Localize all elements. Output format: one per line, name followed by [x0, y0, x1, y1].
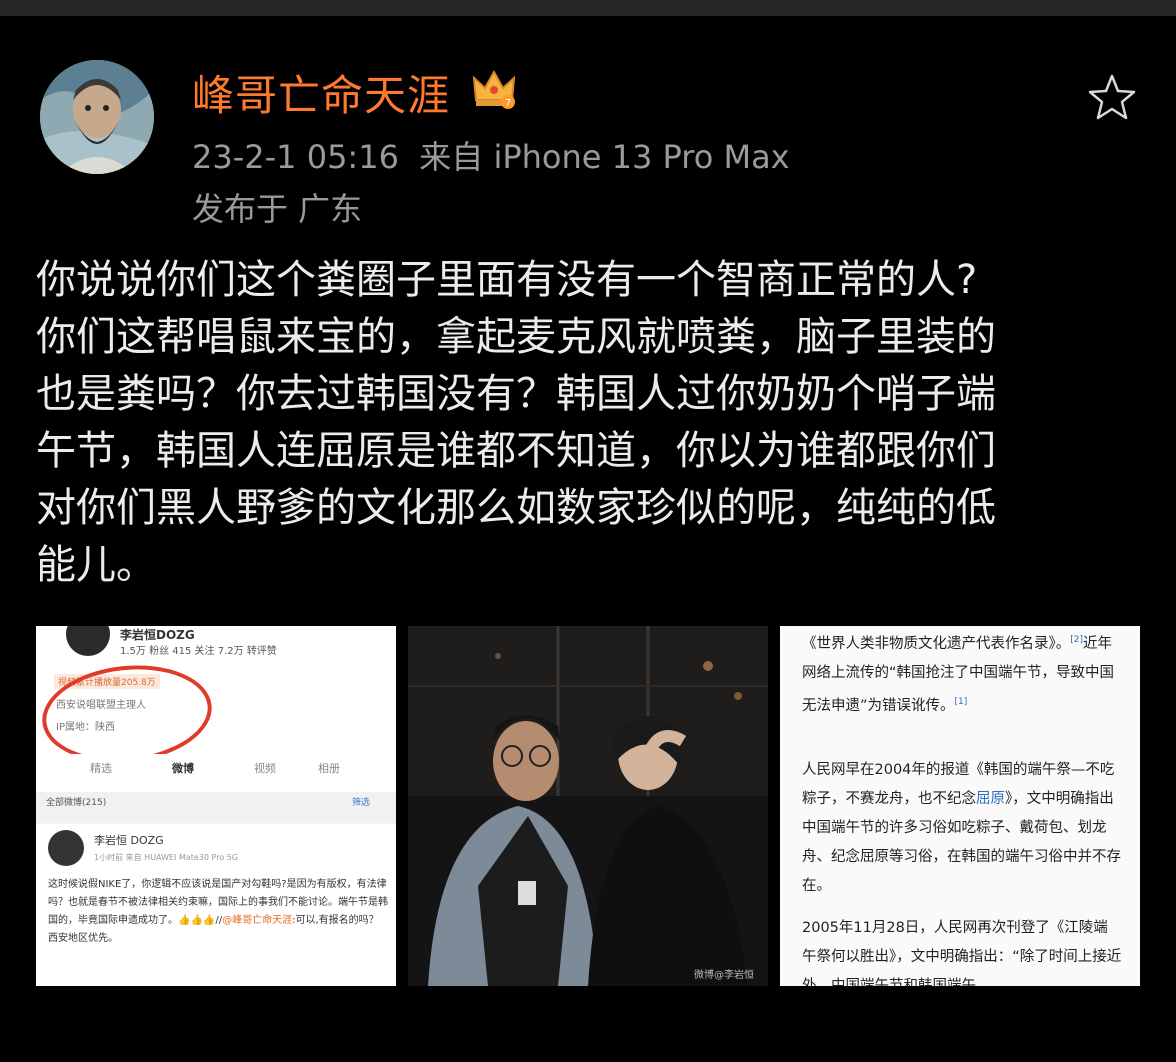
card-avatar: [48, 830, 84, 866]
profile-tabs: 精选 微博 视频 相册: [36, 754, 396, 784]
card-author: 李岩恒 DOZG: [94, 834, 164, 847]
avatar[interactable]: [40, 60, 154, 174]
card-mention: @峰哥亡命天涯: [222, 915, 293, 926]
tab-featured: 精选: [90, 762, 112, 775]
qu-yuan-link[interactable]: 屈原: [976, 791, 1005, 807]
post-line: 也是粪吗？你去过韩国没有？韩国人过你奶奶个哨子端: [36, 371, 996, 417]
encyclopedia-paragraph-1: 《世界人类非物质文化遗产代表作名录》。[2]近年网络上流传的“韩国抢注了中国端午…: [802, 626, 1122, 721]
post-line: 午节，韩国人连屈原是谁都不知道，你以为谁都跟你们: [36, 428, 996, 474]
post-meta-time-source: 23-2-1 05:16 来自 iPhone 13 Pro Max: [192, 132, 790, 178]
post-source: 来自 iPhone 13 Pro Max: [419, 138, 790, 176]
star-outline-icon[interactable]: [1084, 70, 1140, 126]
tab-album: 相册: [318, 762, 340, 775]
post-image-profile-screenshot[interactable]: 李岩恒DOZG 1.5万 粉丝 415 关注 7.2万 转评赞 视频累计播放量2…: [36, 626, 396, 986]
citation-1: [1]: [954, 696, 968, 707]
post-line: 能儿。: [36, 542, 156, 588]
encyclopedia-paragraph-3: 2005年11月28日，人民网再次刊登了《江陵端午祭何以胜出》，文中明确指出：“…: [802, 920, 1122, 986]
post-line: 对你们黑人野爹的文化那么如数家珍似的呢，纯纯的低: [36, 485, 996, 531]
card-text: 这时候说假NIKE了，你逻辑不应该说是国产对勾鞋吗?是因为有版权，有法律吗？也就…: [48, 876, 388, 948]
post-location: 发布于 广东: [192, 190, 363, 228]
profile-stats: 1.5万 粉丝 415 关注 7.2万 转评赞: [120, 646, 277, 657]
profile-name: 李岩恒DOZG: [120, 628, 195, 642]
encyclopedia-paragraph-2: 人民网早在2004年的报道《韩国的端午祭—不吃粽子，不赛龙舟，也不纪念屈原》，文…: [802, 756, 1122, 901]
card-time: 1小时前 来自 HUAWEI Mate30 Pro 5G: [94, 853, 239, 862]
all-posts-count: 全部微博(215): [46, 798, 107, 808]
filter-label: 筛选: [352, 798, 371, 808]
status-bar: [0, 0, 1176, 16]
post-image-encyclopedia[interactable]: 《世界人类非物质文化遗产代表作名录》。[2]近年网络上流传的“韩国抢注了中国端午…: [780, 626, 1140, 986]
crown-badge-icon[interactable]: 7: [470, 66, 518, 112]
photo-watermark: 微博@李岩恒: [694, 970, 754, 981]
tab-weibo: 微博: [172, 762, 194, 775]
username[interactable]: 峰哥亡命天涯: [192, 62, 450, 123]
citation-2: [2]: [1070, 635, 1083, 645]
tab-video: 视频: [254, 762, 276, 775]
post-image-photo[interactable]: 微博@李岩恒: [408, 626, 768, 986]
para1-text-a: 《世界人类非物质文化遗产代表作名录》。: [802, 635, 1071, 652]
post-timestamp: 23-2-1 05:16: [192, 138, 399, 176]
post-body: 你说说你们这个粪圈子里面有没有一个智商正常的人? 你们这帮唱鼠来宝的，拿起麦克风…: [36, 252, 1146, 594]
post-line: 你们这帮唱鼠来宝的，拿起麦克风就喷粪，脑子里装的: [36, 314, 996, 360]
svg-text:7: 7: [505, 98, 511, 109]
post-line: 你说说你们这个粪圈子里面有没有一个智商正常的人?: [36, 257, 978, 303]
photo-illustration: [408, 626, 768, 986]
